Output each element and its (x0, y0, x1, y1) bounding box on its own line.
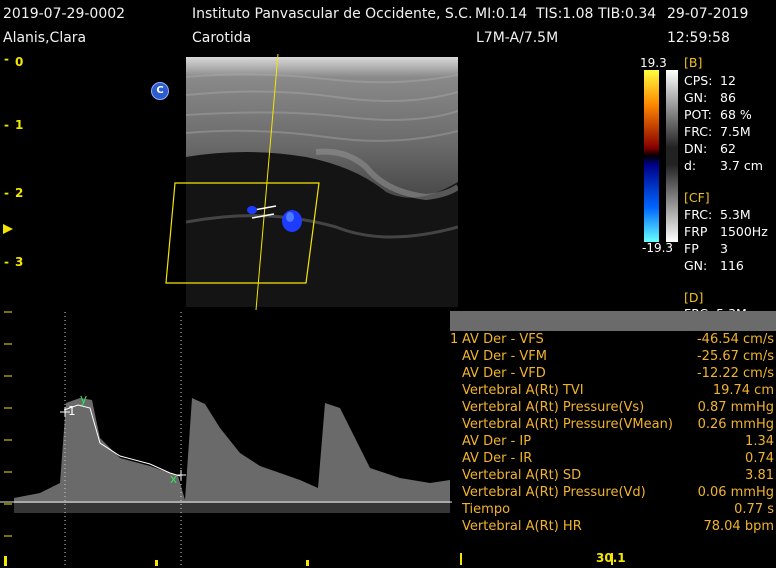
doppler-cursor-line (255, 53, 279, 311)
measurement-row: Vertebral A(Rt) Pressure(Vs) 0.87 mmHg (450, 400, 776, 417)
cf-mode-header: [CF] (684, 190, 710, 205)
param-value: 12 (720, 73, 736, 88)
measurement-value: 0.06 mmHg (697, 485, 774, 500)
measurement-value: 1.34 (745, 434, 774, 449)
param-key: FRP (684, 224, 708, 239)
measurement-row: AV Der - IR 0.74 (450, 451, 776, 468)
depth-label-0: 0 (15, 55, 24, 69)
depth-label-3: 3 (15, 255, 24, 269)
color-roi-box (165, 182, 320, 284)
measurement-value: 19.74 cm (712, 383, 774, 398)
colorbar (644, 70, 678, 242)
measurement-label: AV Der - VFD (462, 366, 546, 381)
tib-readout: TIB:0.34 (598, 6, 657, 22)
measurement-table: 1 AV Der - VFS -46.54 cm/s AV Der - VFM -25… (450, 332, 776, 536)
param-key: POT: (684, 107, 712, 122)
param-key: FRC: (684, 207, 713, 222)
measurement-value: 0.87 mmHg (697, 400, 774, 415)
param-value: 116 (720, 258, 744, 273)
mi-readout: MI:0.14 (475, 6, 528, 22)
measurement-row: Vertebral A(Rt) Pressure(VMean) 0.26 mmHg (450, 417, 776, 434)
depth-tick-mark: - (4, 186, 9, 200)
institution-name: Instituto Panvascular de Occidente, S.C. (192, 6, 473, 22)
measurement-value: 0.74 (745, 451, 774, 466)
caliper-y-label: y (80, 392, 88, 406)
colorbar-max: 19.3 (640, 56, 667, 70)
measurement-value: -12.22 cm/s (696, 366, 774, 381)
d-mode-header: [D] (684, 290, 704, 305)
depth-label-1: 1 (15, 118, 24, 132)
measurement-row: Vertebral A(Rt) TVI 19.74 cm (450, 383, 776, 400)
measurement-value: 78.04 bpm (703, 519, 774, 534)
measurement-row: Vertebral A(Rt) Pressure(Vd) 0.06 mmHg (450, 485, 776, 502)
measurement-row: AV Der - VFD -12.22 cm/s (450, 366, 776, 383)
measurement-value: 0.77 s (734, 502, 774, 517)
param-key: DN: (684, 141, 708, 156)
measurement-label: Vertebral A(Rt) Pressure(Vd) (462, 485, 646, 500)
measurement-label: AV Der - VFM (462, 349, 547, 364)
measurement-label: AV Der - IP (462, 434, 532, 449)
param-key: FP (684, 241, 699, 256)
exam-date: 29-07-2019 (667, 6, 749, 22)
exam-type: Carotida (192, 30, 252, 46)
tis-readout: TIS:1.08 (536, 6, 594, 22)
param-key: GN: (684, 90, 708, 105)
doppler-spectrum (0, 311, 452, 566)
measurement-label: Vertebral A(Rt) Pressure(Vs) (462, 400, 645, 415)
param-value: 86 (720, 90, 736, 105)
param-value: 5.3M (720, 207, 751, 222)
param-key: CPS: (684, 73, 713, 88)
exam-time: 12:59:58 (667, 30, 730, 46)
depth-tick-mark: - (4, 118, 9, 132)
study-id: 2019-07-29-0002 (3, 6, 126, 22)
color-doppler-overlay (165, 53, 320, 311)
caliper-x-label: x (170, 472, 178, 486)
measurement-value: 3.81 (745, 468, 774, 483)
flow-signal-small (247, 206, 257, 214)
param-value: 1500Hz (720, 224, 768, 239)
measurement-row: AV Der - VFM -25.67 cm/s (450, 349, 776, 366)
measurement-value: -46.54 cm/s (696, 332, 774, 347)
param-value: 3.7 cm (720, 158, 763, 173)
measurement-value: 0.26 mmHg (697, 417, 774, 432)
patient-name: Alanis,Clara (3, 30, 87, 46)
param-key: GN: (684, 258, 708, 273)
depth-tick-mark: - (4, 255, 9, 269)
measurement-label: AV Der - VFS (462, 332, 544, 347)
depth-label-2: 2 (15, 186, 24, 200)
probe-name: L7M-A/7.5M (476, 30, 559, 46)
colorbar-min: -19.3 (642, 241, 674, 255)
measurement-row: 1 AV Der - VFS -46.54 cm/s (450, 332, 776, 349)
focus-marker-icon (3, 224, 13, 234)
measurement-label: Vertebral A(Rt) SD (462, 468, 582, 483)
measurement-label: Vertebral A(Rt) TVI (462, 383, 584, 398)
param-key: FRC: (684, 124, 713, 139)
measurement-value: -25.67 cm/s (696, 349, 774, 364)
bottom-value: 30.1 (596, 551, 626, 565)
b-mode-header: [B] (684, 55, 703, 70)
measurement-row: AV Der - IP 1.34 (450, 434, 776, 451)
caliper-index: 1 (68, 404, 76, 418)
measurement-label: Tiempo (462, 502, 511, 517)
measurement-label: AV Der - IR (462, 451, 533, 466)
param-key: d: (684, 158, 697, 173)
measurement-row: Vertebral A(Rt) HR 78.04 bpm (450, 519, 776, 536)
measurement-index: 1 (450, 332, 459, 347)
measurement-label: Vertebral A(Rt) HR (462, 519, 582, 534)
measurement-row: Vertebral A(Rt) SD 3.81 (450, 468, 776, 485)
param-value: 3 (720, 241, 728, 256)
sample-gate-bottom (251, 213, 275, 219)
measurement-label: Vertebral A(Rt) Pressure(VMean) (462, 417, 673, 432)
depth-tick-mark: - (4, 52, 9, 66)
measurement-row: Tiempo 0.77 s (450, 502, 776, 519)
measurement-header-bar (450, 311, 776, 331)
param-value: 7.5M (720, 124, 751, 139)
param-value: 68 % (720, 107, 752, 122)
param-value: 62 (720, 141, 736, 156)
spectral-waveform (14, 398, 450, 503)
